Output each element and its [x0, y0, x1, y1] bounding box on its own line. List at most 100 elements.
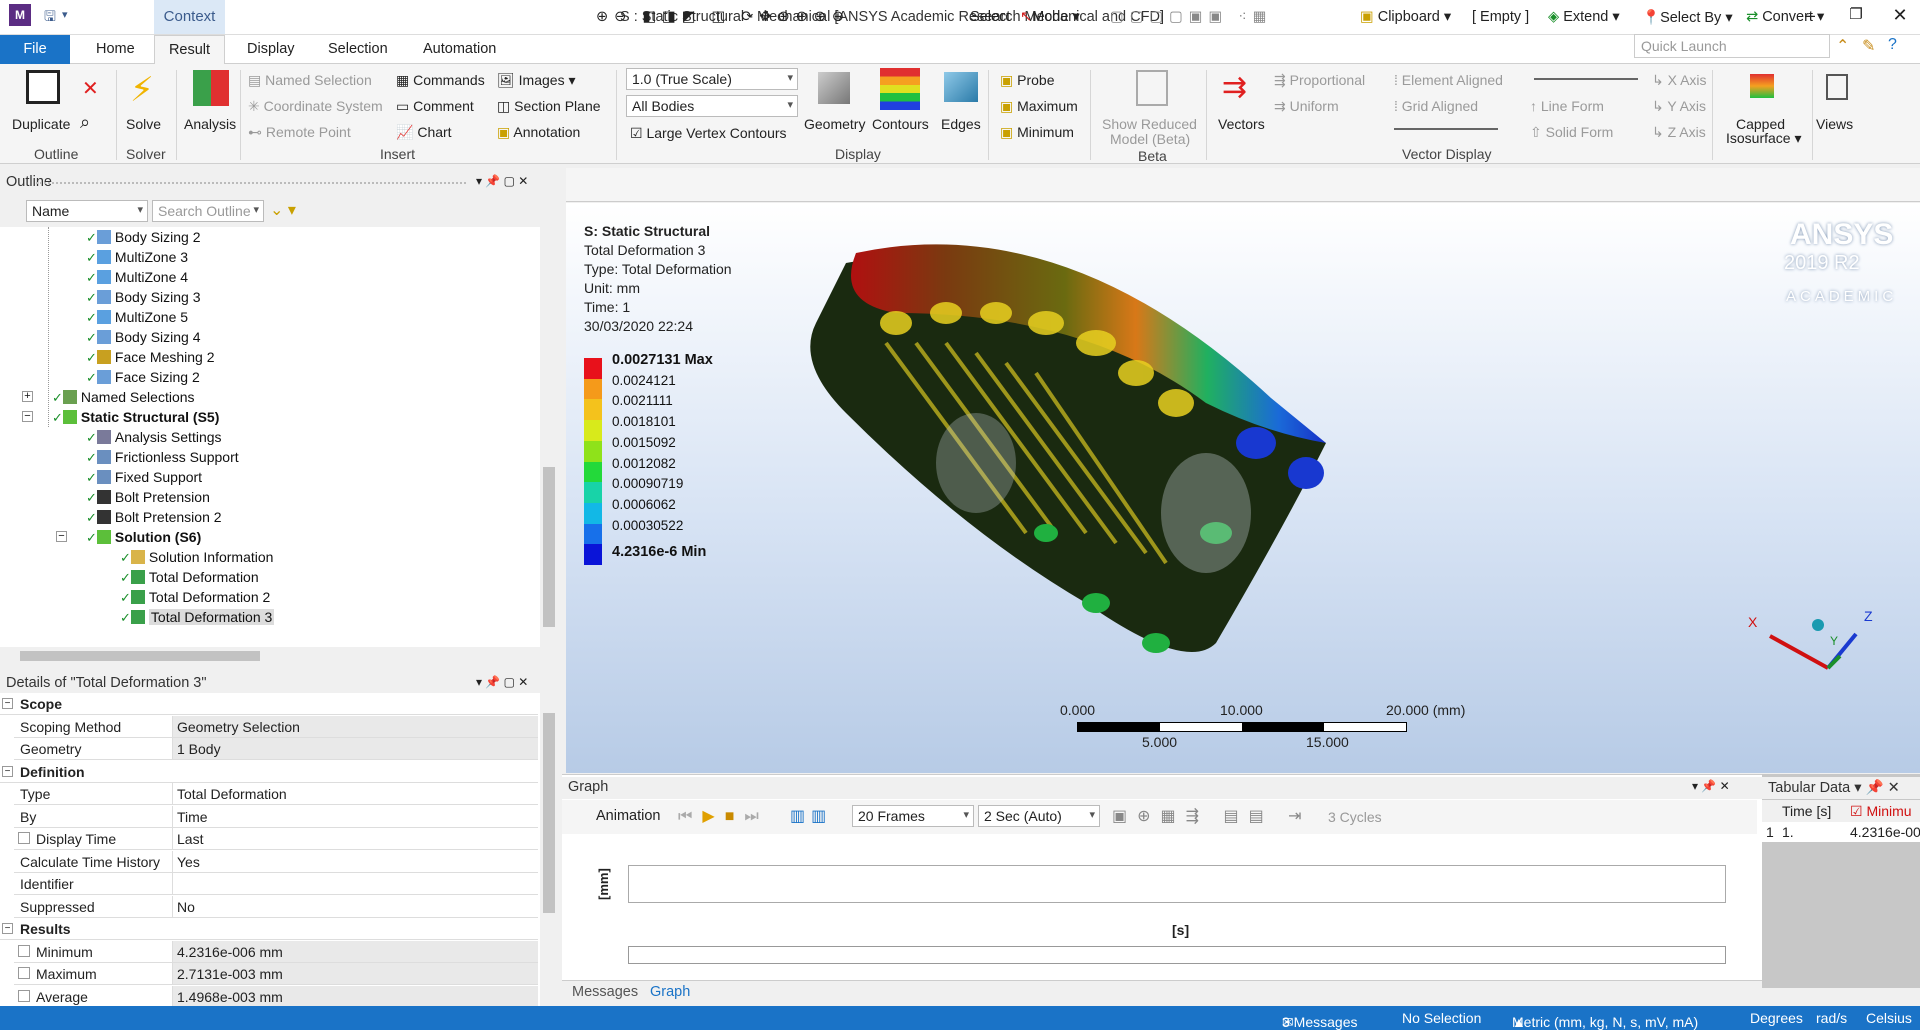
line-form-button[interactable]: ↑ Line Form — [1530, 98, 1604, 114]
outline-tree-item[interactable]: ✓ Total Deformation 3 — [120, 607, 275, 627]
probe-button[interactable]: ▣ Probe — [1000, 72, 1054, 89]
details-row[interactable]: By Time — [14, 805, 538, 828]
details-row[interactable]: Type Total Deformation — [14, 783, 538, 805]
convert-button[interactable]: ⇄ Convert ▾ — [1746, 9, 1824, 25]
large-vertex-contours-checkbox[interactable]: ☑ Large Vertex Contours — [630, 125, 787, 142]
scale-combo[interactable]: 1.0 (True Scale) — [626, 68, 798, 90]
show-reduced-button[interactable]: Show Reduced — [1102, 116, 1197, 132]
outline-tree-item[interactable]: ✓ Frictionless Support — [86, 447, 239, 467]
outline-tree-item[interactable]: ✓ Bolt Pretension 2 — [86, 507, 222, 527]
temperature-status[interactable]: Celsius — [1866, 1010, 1912, 1026]
collapse-icon[interactable]: − — [2, 923, 13, 934]
details-row[interactable]: Average 1.4968e-003 mm — [14, 985, 538, 1007]
tabular-hscrollbar[interactable] — [1762, 988, 1920, 1006]
geometry-icon[interactable] — [818, 72, 850, 104]
tab-automation[interactable]: Automation — [411, 35, 508, 64]
collapse-ribbon-icon[interactable]: ⌃ — [1836, 36, 1849, 56]
outline-tree-item[interactable]: ✓ Face Meshing 2 — [86, 347, 215, 367]
details-row[interactable]: Scoping Method Geometry Selection — [14, 715, 538, 738]
x-axis-button[interactable]: ↳ X Axis — [1652, 72, 1707, 89]
details-row[interactable]: Geometry 1 Body — [14, 738, 538, 760]
duplicate-icon[interactable] — [26, 70, 60, 104]
proportional-button[interactable]: ⇶ Proportional — [1274, 72, 1365, 89]
analysis-icon[interactable] — [193, 70, 229, 106]
y-axis-button[interactable]: ↳ Y Axis — [1652, 98, 1706, 115]
outline-tree-item[interactable]: ✓ Analysis Settings — [86, 427, 222, 447]
vector-length-slider[interactable] — [1534, 78, 1638, 80]
details-row-value[interactable]: Total Deformation — [172, 783, 538, 804]
vectors-icon[interactable]: ⇉ — [1222, 70, 1247, 105]
parameter-checkbox[interactable] — [18, 832, 30, 844]
rads-status[interactable]: rad/s — [1816, 1010, 1847, 1026]
outline-tree-item[interactable]: ✓ Total Deformation — [120, 567, 259, 587]
search-icon[interactable]: ⌕ — [80, 112, 90, 133]
details-row-value[interactable]: Last — [172, 828, 538, 849]
frame-mode-icons[interactable]: ▥▥ — [790, 806, 832, 826]
parameter-checkbox[interactable] — [18, 944, 30, 957]
details-row[interactable]: Minimum 4.2316e-006 mm — [14, 940, 538, 963]
col-minimum[interactable]: ☑ Minimu — [1850, 803, 1912, 820]
tab-graph[interactable]: Graph — [650, 984, 690, 1000]
tab-file[interactable]: File — [0, 35, 70, 64]
save-icon[interactable]: 🖫 — [44, 6, 56, 30]
commands-button[interactable]: ▦ Commands — [396, 72, 485, 89]
delete-icon[interactable]: ✕ — [82, 76, 99, 101]
details-row-value[interactable]: 4.2316e-006 mm — [172, 940, 538, 962]
extend-button[interactable]: ◈ Extend ▾ — [1548, 9, 1620, 25]
annotation-button[interactable]: ▣ Annotation — [497, 124, 580, 141]
isosurface-button[interactable]: Isosurface ▾ — [1726, 130, 1802, 147]
minimum-button[interactable]: ▣ Minimum — [1000, 124, 1074, 141]
details-row[interactable]: Identifier — [14, 873, 538, 895]
time-combo[interactable]: 2 Sec (Auto) — [978, 805, 1100, 827]
zoom-tools-icons[interactable]: ⊕⊖ ◧◨◩ ◫ ⟳✥⊕⊕⊕⊕ — [596, 9, 850, 25]
details-row[interactable]: Maximum 2.7131e-003 mm — [14, 963, 538, 985]
details-row-value[interactable]: Geometry Selection — [172, 715, 538, 737]
tab-messages[interactable]: Messages — [572, 984, 638, 1000]
reduced-model-icon[interactable] — [1136, 70, 1168, 106]
details-section-header[interactable]: − Results — [0, 918, 538, 940]
outline-search-input[interactable]: Search Outline — [152, 200, 264, 222]
outline-tree-item[interactable]: ✓ MultiZone 4 — [86, 267, 188, 287]
close-icon[interactable]: ✕ — [1880, 5, 1920, 29]
tabular-row[interactable]: 1 1. 4.2316e-00 — [1762, 822, 1920, 842]
parameter-checkbox[interactable] — [18, 967, 30, 979]
outline-tree-item[interactable]: ✓ Face Sizing 2 — [86, 367, 200, 387]
images-button[interactable]: 🖼 Images ▾ — [497, 72, 576, 89]
tab-home[interactable]: Home — [84, 35, 147, 64]
named-selection-button[interactable]: ▤ Named Selection — [248, 72, 372, 89]
bodies-combo[interactable]: All Bodies — [626, 95, 798, 117]
animation-controls-icon[interactable]: ⏮▶■⏭ — [678, 806, 769, 826]
outline-tree-item[interactable]: ✓ Body Sizing 3 — [86, 287, 201, 307]
tab-selection[interactable]: Selection — [316, 35, 400, 64]
details-scrollbar[interactable] — [540, 693, 558, 1007]
outline-tree-item[interactable]: ✓ Body Sizing 4 — [86, 327, 201, 347]
details-row-value[interactable]: Time — [172, 805, 538, 827]
contours-icon[interactable] — [880, 68, 920, 110]
details-row[interactable]: Calculate Time History Yes — [14, 850, 538, 873]
col-time[interactable]: Time [s] — [1782, 803, 1831, 819]
collapse-icon[interactable]: − — [2, 698, 13, 709]
select-by-button[interactable]: 📍Select By ▾ — [1642, 9, 1733, 26]
outline-hscrollbar[interactable] — [0, 647, 540, 665]
views-icon[interactable] — [1826, 74, 1848, 100]
outline-name-combo[interactable]: Name — [26, 200, 148, 222]
outline-scrollbar[interactable] — [540, 227, 558, 657]
quick-launch-input[interactable]: Quick Launch — [1634, 34, 1830, 58]
quick-access-dropdown-icon[interactable]: ▾ — [62, 8, 68, 21]
tab-display[interactable]: Display — [235, 35, 307, 64]
details-row[interactable]: Display Time Last — [14, 828, 538, 850]
select-button[interactable]: Select — [970, 9, 1010, 25]
help-icon[interactable]: ? — [1888, 36, 1897, 54]
details-section-header[interactable]: − Scope — [0, 693, 538, 715]
outline-tree-item[interactable]: − ✓ Solution (S6) — [56, 527, 201, 547]
graph-plot-area[interactable] — [628, 865, 1726, 903]
geometry-button[interactable]: Geometry — [804, 116, 865, 132]
edges-button[interactable]: Edges — [941, 116, 981, 132]
tree-expander-icon[interactable]: − — [56, 531, 67, 542]
collapse-icon[interactable]: − — [2, 765, 13, 777]
solid-form-button[interactable]: ⇧ Solid Form — [1530, 124, 1613, 141]
outline-tree-item[interactable]: ✓ Solution Information — [120, 547, 273, 567]
z-axis-button[interactable]: ↳ Z Axis — [1652, 124, 1706, 141]
maximum-button[interactable]: ▣ Maximum — [1000, 98, 1078, 115]
chart-button[interactable]: 📈 Chart — [396, 124, 452, 141]
